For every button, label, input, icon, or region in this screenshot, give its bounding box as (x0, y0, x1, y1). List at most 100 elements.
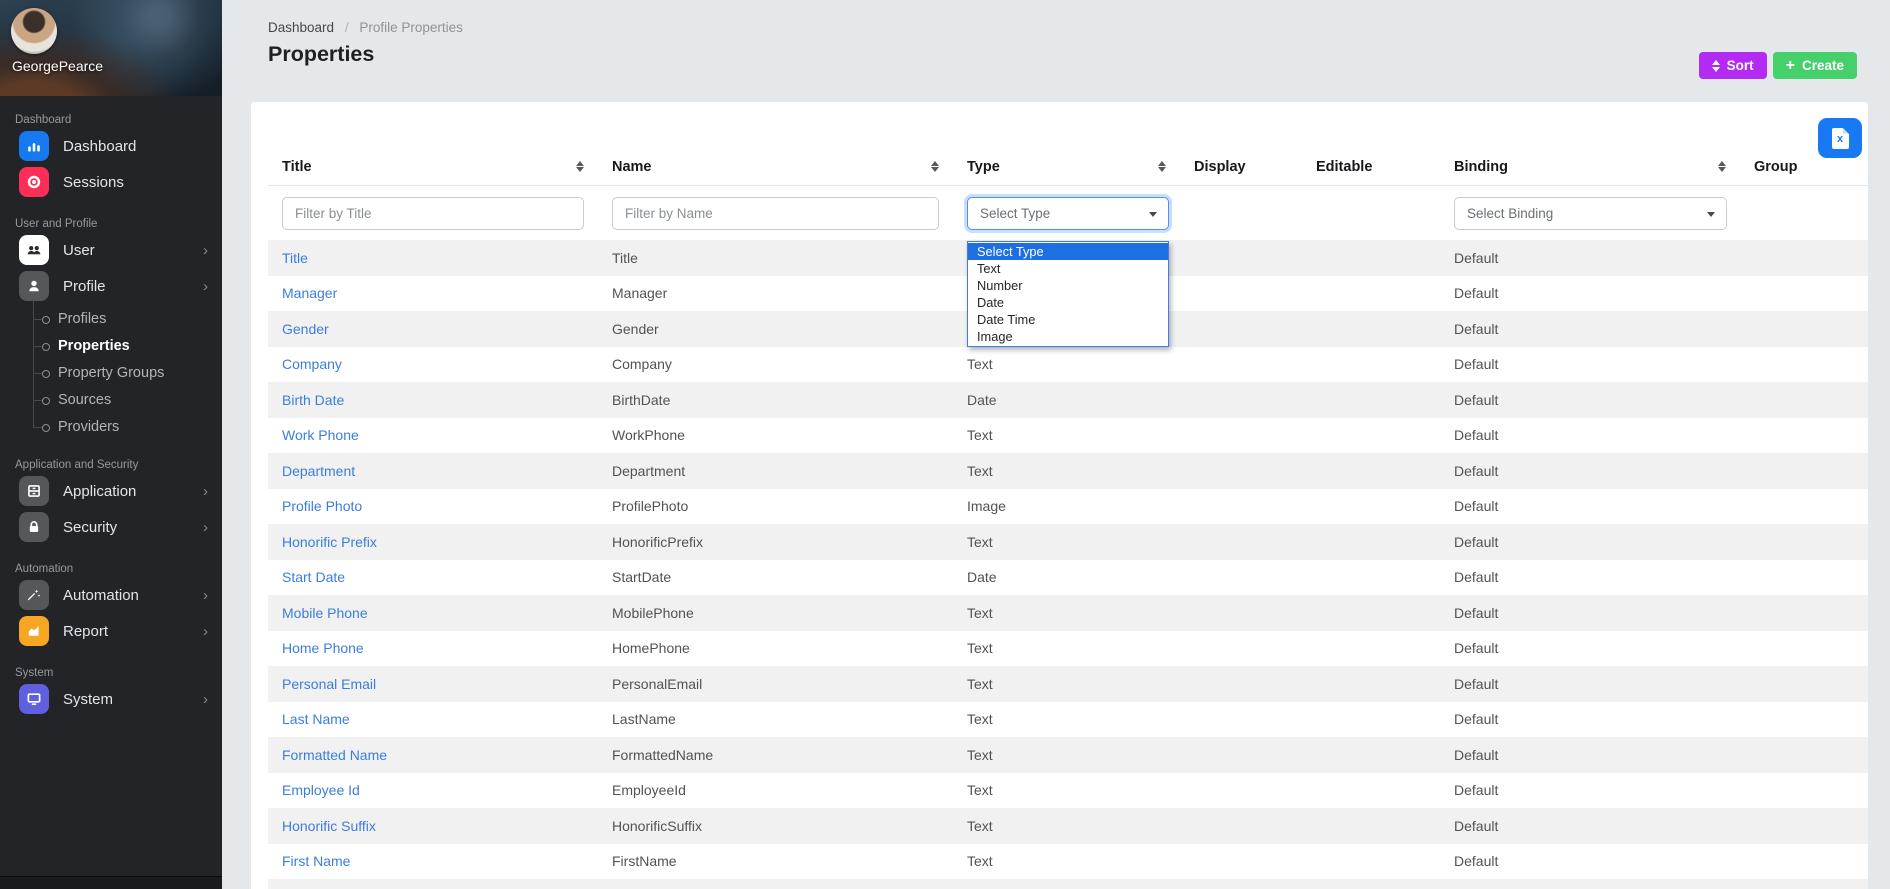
binding-cell: Default (1440, 818, 1740, 834)
sidebar: GeorgePearce Dashboard Dashboard Session… (0, 0, 222, 889)
column-header-editable: Editable (1302, 159, 1440, 175)
type-option[interactable]: Select Type (968, 243, 1168, 260)
sidebar-item-automation[interactable]: Automation › (0, 577, 222, 613)
chevron-right-icon: › (203, 588, 208, 603)
breadcrumb-dashboard-link[interactable]: Dashboard (268, 20, 334, 35)
breadcrumb-current: Profile Properties (359, 20, 463, 35)
type-option[interactable]: Text (968, 260, 1168, 277)
sort-arrows-icon (1712, 60, 1720, 72)
table-row: Mobile Phone MobilePhone Text Default (268, 595, 1868, 631)
property-title-link[interactable]: Mobile Phone (268, 605, 598, 621)
property-title-link[interactable]: Work Phone (268, 427, 598, 443)
property-type-cell: Text (953, 356, 1180, 372)
property-title-link[interactable]: Gender (268, 321, 598, 337)
sidebar-section-label: System (0, 665, 222, 681)
nav-icon-tile (19, 131, 49, 161)
binding-cell: Default (1440, 250, 1740, 266)
sidebar-subitem-profiles[interactable]: Profiles (33, 306, 222, 333)
binding-cell: Default (1440, 356, 1740, 372)
sidebar-subitem-properties[interactable]: Properties (33, 333, 222, 360)
table-row: Employee Id EmployeeId Text Default (268, 773, 1868, 809)
table-row: Department Department Text Default (268, 453, 1868, 489)
sidebar-item-report[interactable]: Report › (0, 613, 222, 649)
property-title-link[interactable]: Honorific Suffix (268, 818, 598, 834)
property-name-cell: Department (598, 463, 953, 479)
binding-cell: Default (1440, 676, 1740, 692)
user-banner: GeorgePearce (0, 0, 222, 96)
binding-cell: Default (1440, 285, 1740, 301)
property-title-link[interactable]: Birth Date (268, 392, 598, 408)
binding-cell: Default (1440, 569, 1740, 585)
property-title-link[interactable]: First Name (268, 853, 598, 869)
sidebar-nav-list: Automation › Report › (0, 577, 222, 649)
sort-toggle-icon[interactable] (931, 161, 939, 172)
column-header-binding: Binding (1440, 159, 1740, 175)
export-excel-button[interactable]: x (1818, 118, 1862, 158)
property-name-cell: PersonalEmail (598, 676, 953, 692)
sort-toggle-icon[interactable] (576, 161, 584, 172)
type-filter-select[interactable]: Select Type (967, 197, 1169, 230)
property-title-link[interactable]: Last Name (268, 711, 598, 727)
sidebar-subitem-property-groups[interactable]: Property Groups (33, 360, 222, 387)
binding-cell: Default (1440, 427, 1740, 443)
sidebar-item-sessions[interactable]: Sessions (0, 164, 222, 200)
property-title-link[interactable]: Profile Photo (268, 498, 598, 514)
type-option[interactable]: Date Time (968, 311, 1168, 328)
property-title-link[interactable]: Formatted Name (268, 747, 598, 763)
property-title-link[interactable]: Start Date (268, 569, 598, 585)
breadcrumb-separator: / (345, 20, 349, 35)
main-content: Dashboard / Profile Properties Propertie… (222, 0, 1890, 889)
application-icon (26, 483, 42, 499)
property-title-link[interactable]: Company (268, 356, 598, 372)
type-option[interactable]: Date (968, 294, 1168, 311)
sidebar-footer-strip (0, 876, 222, 889)
property-type-cell: Image (953, 498, 1180, 514)
sidebar-item-user[interactable]: User › (0, 232, 222, 268)
type-option[interactable]: Image (968, 328, 1168, 345)
sidebar-item-system[interactable]: System › (0, 681, 222, 717)
avatar[interactable] (11, 8, 57, 54)
chevron-right-icon: › (203, 243, 208, 258)
plus-icon: + (1786, 58, 1795, 74)
nav-icon-tile (19, 271, 49, 301)
sidebar-section: Automation Automation › Report › (0, 561, 222, 649)
column-header-title: Title (268, 159, 598, 175)
sidebar-item-label: Automation (63, 587, 139, 604)
sidebar-subitem-sources[interactable]: Sources (33, 387, 222, 414)
property-title-link[interactable]: Employee Id (268, 782, 598, 798)
sort-toggle-icon[interactable] (1158, 161, 1166, 172)
select-dropdown-arrow-icon (1707, 212, 1715, 217)
property-title-link[interactable]: Title (268, 250, 598, 266)
system-icon (26, 691, 42, 707)
property-title-link[interactable]: Department (268, 463, 598, 479)
sidebar-item-profile[interactable]: Profile › (0, 268, 222, 304)
sidebar-section: Application and Security Application › S… (0, 457, 222, 545)
property-title-link[interactable]: Home Phone (268, 640, 598, 656)
sort-toggle-icon[interactable] (1718, 161, 1726, 172)
table-row: Profile Photo ProfilePhoto Image Default (268, 489, 1868, 525)
sidebar-item-dashboard[interactable]: Dashboard (0, 128, 222, 164)
sidebar-item-security[interactable]: Security › (0, 509, 222, 545)
property-title-link[interactable]: Personal Email (268, 676, 598, 692)
sidebar-item-label: Dashboard (63, 138, 136, 155)
binding-filter-select[interactable]: Select Binding (1454, 197, 1727, 230)
properties-card: x Title Name Type Display Editable Bindi… (251, 102, 1868, 889)
automation-icon (26, 587, 42, 603)
binding-cell: Default (1440, 463, 1740, 479)
sidebar-subitem-providers[interactable]: Providers (33, 414, 222, 441)
property-name-cell: HomePhone (598, 640, 953, 656)
security-icon (26, 519, 42, 535)
property-type-cell: Text (953, 676, 1180, 692)
binding-cell: Default (1440, 321, 1740, 337)
table-row: Honorific Suffix HonorificSuffix Text De… (268, 808, 1868, 844)
title-filter-input[interactable] (282, 197, 584, 230)
sort-button[interactable]: Sort (1699, 52, 1767, 79)
property-title-link[interactable]: Manager (268, 285, 598, 301)
sidebar-item-application[interactable]: Application › (0, 473, 222, 509)
name-filter-input[interactable] (612, 197, 939, 230)
filter-row: Select Type Select TypeTextNumberDateDat… (268, 186, 1868, 240)
create-button[interactable]: + Create (1773, 52, 1857, 79)
column-header-group: Group (1740, 159, 1868, 175)
type-option[interactable]: Number (968, 277, 1168, 294)
property-title-link[interactable]: Honorific Prefix (268, 534, 598, 550)
